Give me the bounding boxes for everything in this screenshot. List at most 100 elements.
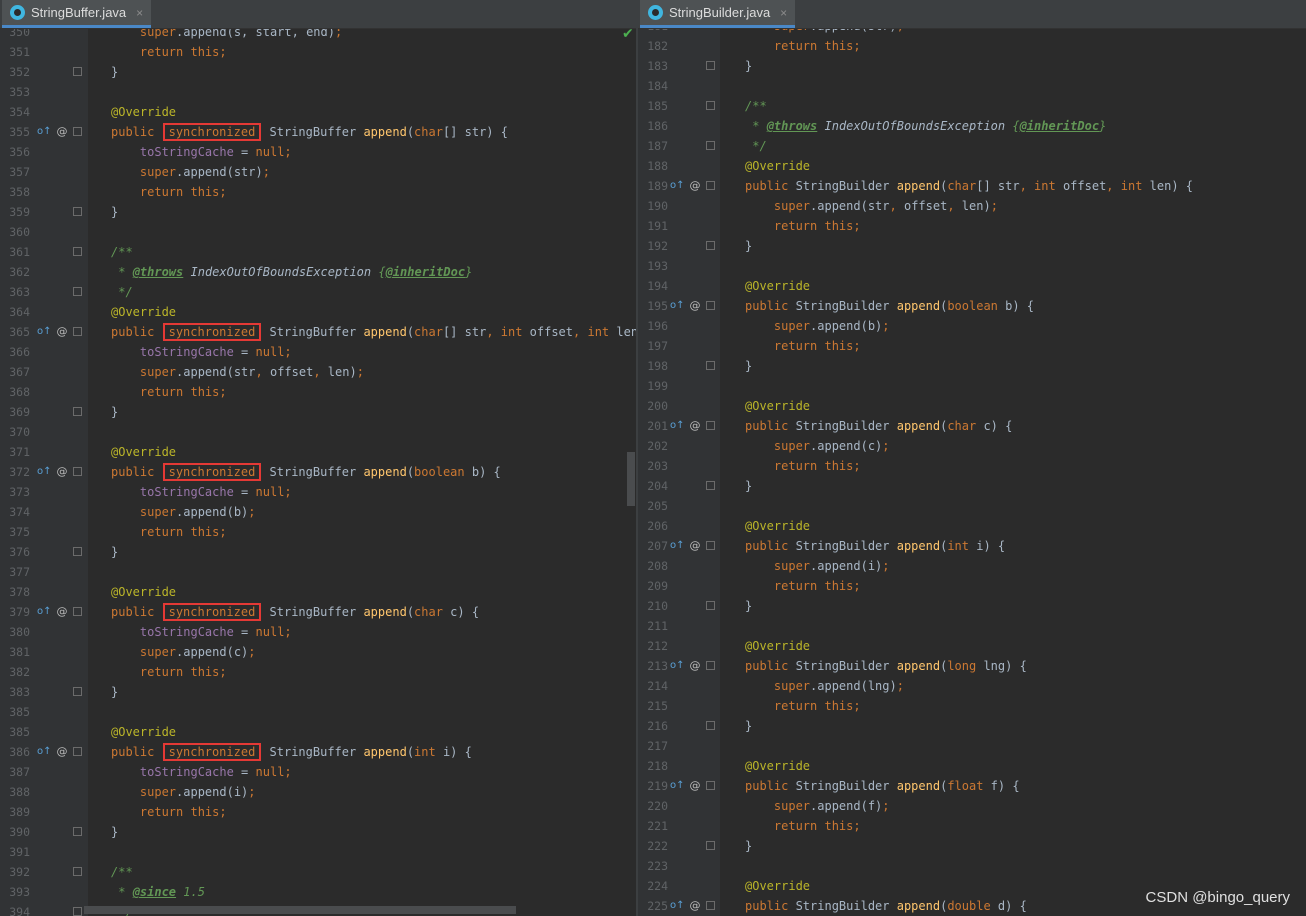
code-line[interactable]: 366 toStringCache = null; [0, 342, 636, 362]
code-line[interactable]: 221 return this; [638, 816, 1306, 836]
code-line[interactable]: 391 [0, 842, 636, 862]
horizontal-scrollbar[interactable] [84, 906, 516, 914]
code-line[interactable]: 206 @Override [638, 516, 1306, 536]
line-number[interactable]: 204 [638, 476, 668, 496]
code-line[interactable]: 190 super.append(str, offset, len); [638, 196, 1306, 216]
code-text[interactable]: @Override [111, 582, 176, 602]
code-line[interactable]: 361 /** [0, 242, 636, 262]
code-text[interactable]: /** [745, 96, 767, 116]
code-line[interactable]: 381 super.append(c); [0, 642, 636, 662]
line-number[interactable]: 351 [0, 42, 30, 62]
code-line[interactable]: 379 o↑ @ public synchronized StringBuffer a… [0, 602, 636, 622]
line-number[interactable]: 360 [0, 222, 30, 242]
fold-icon[interactable] [706, 661, 715, 670]
code-line[interactable]: 380 toStringCache = null; [0, 622, 636, 642]
fold-icon[interactable] [706, 541, 715, 550]
code-text[interactable]: @Override [745, 276, 810, 296]
line-number[interactable]: 369 [0, 402, 30, 422]
code-line[interactable]: 207 o↑ @ public StringBuilder append(int i)… [638, 536, 1306, 556]
code-line[interactable]: 182 return this; [638, 36, 1306, 56]
code-line[interactable]: 198} [638, 356, 1306, 376]
override-marker-icon[interactable]: o↑ @ [37, 122, 68, 142]
line-number[interactable]: 354 [0, 102, 30, 122]
line-number[interactable]: 220 [638, 796, 668, 816]
line-number[interactable]: 187 [638, 136, 668, 156]
code-line[interactable]: 183} [638, 56, 1306, 76]
line-number[interactable]: 210 [638, 596, 668, 616]
code-line[interactable]: 197 return this; [638, 336, 1306, 356]
fold-icon[interactable] [706, 901, 715, 910]
code-line[interactable]: 358 return this; [0, 182, 636, 202]
code-text[interactable]: return this; [745, 696, 861, 716]
line-number[interactable]: 223 [638, 856, 668, 876]
code-line[interactable]: 187 */ [638, 136, 1306, 156]
line-number[interactable]: 197 [638, 336, 668, 356]
code-text[interactable]: toStringCache = null; [111, 342, 292, 362]
code-text[interactable]: } [111, 822, 118, 842]
code-line[interactable]: 209 return this; [638, 576, 1306, 596]
line-number[interactable]: 394 [0, 902, 30, 916]
line-number[interactable]: 370 [0, 422, 30, 442]
line-number[interactable]: 392 [0, 862, 30, 882]
override-marker-icon[interactable]: o↑ @ [670, 296, 701, 316]
code-line[interactable]: 201 o↑ @ public StringBuilder append(char c… [638, 416, 1306, 436]
fold-icon[interactable] [73, 547, 82, 556]
code-text[interactable]: toStringCache = null; [111, 762, 292, 782]
line-number[interactable]: 361 [0, 242, 30, 262]
code-text[interactable]: /** [111, 862, 133, 882]
code-line[interactable]: 376} [0, 542, 636, 562]
code-line[interactable]: 390} [0, 822, 636, 842]
code-line[interactable]: 353 [0, 82, 636, 102]
code-text[interactable]: super.append(i); [745, 556, 890, 576]
code-text[interactable]: } [111, 62, 118, 82]
line-number[interactable]: 390 [0, 822, 30, 842]
code-line[interactable]: 213 o↑ @ public StringBuilder append(long l… [638, 656, 1306, 676]
code-line[interactable]: 356 toStringCache = null; [0, 142, 636, 162]
code-line[interactable]: 193 [638, 256, 1306, 276]
line-number[interactable]: 375 [0, 522, 30, 542]
code-text[interactable]: } [745, 596, 752, 616]
line-number[interactable]: 382 [0, 662, 30, 682]
line-number[interactable]: 225 [638, 896, 668, 916]
fold-icon[interactable] [706, 721, 715, 730]
code-text[interactable]: public StringBuilder append(double d) { [745, 896, 1027, 916]
code-text[interactable]: super.append(b); [111, 502, 256, 522]
code-line[interactable]: 382 return this; [0, 662, 636, 682]
line-number[interactable]: 182 [638, 36, 668, 56]
code-text[interactable]: return this; [745, 816, 861, 836]
code-text[interactable]: } [745, 356, 752, 376]
tab-stringbuffer[interactable]: StringBuffer.java × [2, 0, 152, 28]
code-text[interactable]: @Override [745, 636, 810, 656]
code-line[interactable]: 371 @Override [0, 442, 636, 462]
line-number[interactable]: 385 [0, 722, 30, 742]
fold-icon[interactable] [706, 361, 715, 370]
code-text[interactable]: */ [111, 282, 132, 302]
fold-icon[interactable] [706, 481, 715, 490]
code-text[interactable]: @Override [111, 722, 176, 742]
code-text[interactable]: public StringBuilder append(char[] str, … [745, 176, 1193, 196]
code-line[interactable]: 204} [638, 476, 1306, 496]
code-line[interactable]: 200 @Override [638, 396, 1306, 416]
line-number[interactable]: 209 [638, 576, 668, 596]
code-line[interactable]: 359} [0, 202, 636, 222]
fold-icon[interactable] [73, 127, 82, 136]
line-number[interactable]: 201 [638, 416, 668, 436]
override-marker-icon[interactable]: o↑ @ [37, 742, 68, 762]
code-line[interactable]: 194 @Override [638, 276, 1306, 296]
code-text[interactable]: super.append(lng); [745, 676, 904, 696]
code-text[interactable]: } [745, 716, 752, 736]
code-text[interactable]: return this; [111, 802, 227, 822]
line-number[interactable]: 207 [638, 536, 668, 556]
line-number[interactable]: 195 [638, 296, 668, 316]
line-number[interactable]: 365 [0, 322, 30, 342]
code-text[interactable]: */ [745, 136, 766, 156]
code-text[interactable]: * @throws IndexOutOfBoundsException {@in… [111, 262, 472, 282]
code-text[interactable]: public StringBuilder append(int i) { [745, 536, 1005, 556]
line-number[interactable]: 211 [638, 616, 668, 636]
fold-icon[interactable] [73, 407, 82, 416]
line-number[interactable]: 198 [638, 356, 668, 376]
code-line[interactable]: 199 [638, 376, 1306, 396]
code-text[interactable]: } [745, 836, 752, 856]
code-line[interactable]: 363 */ [0, 282, 636, 302]
line-number[interactable]: 189 [638, 176, 668, 196]
